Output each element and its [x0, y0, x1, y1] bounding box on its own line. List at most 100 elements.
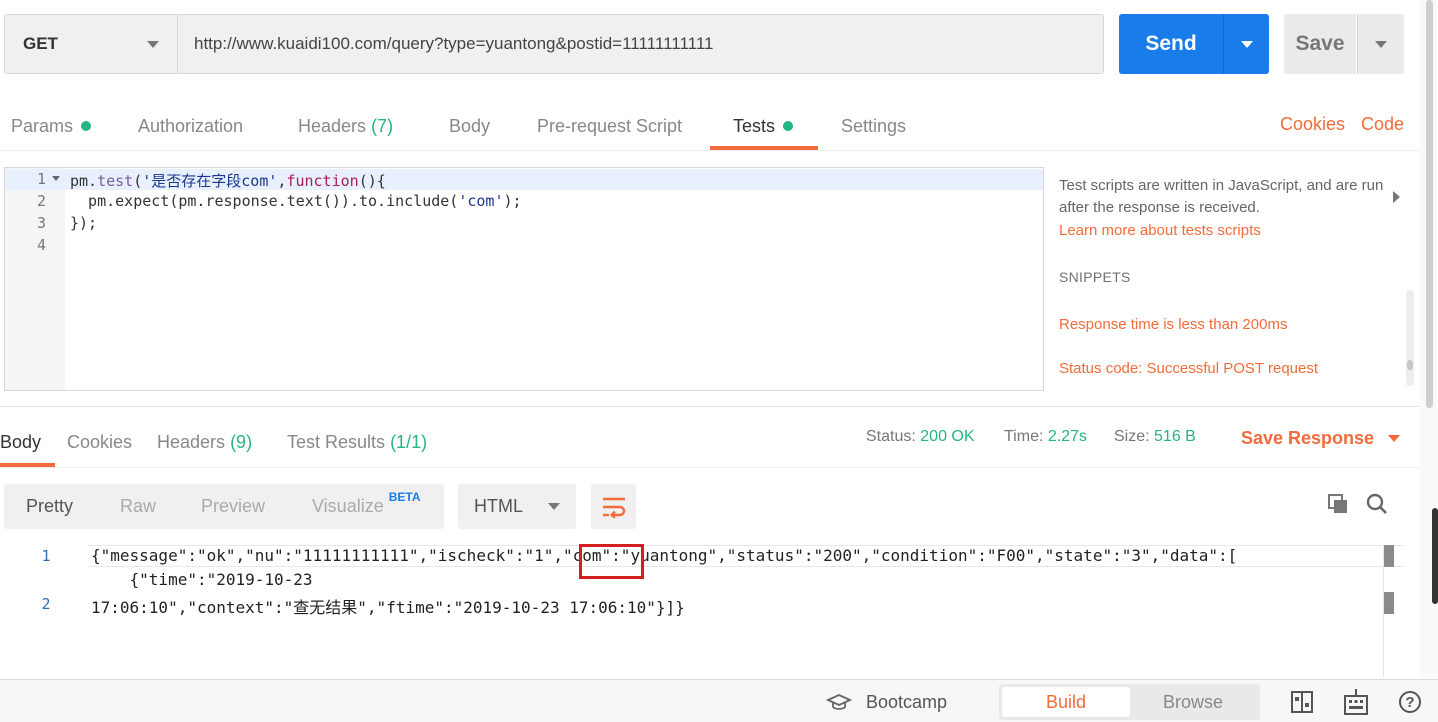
- save-response-button[interactable]: Save Response: [1241, 428, 1401, 449]
- chevron-down-icon: [1375, 40, 1387, 48]
- snippets-heading: SNIPPETS: [1059, 269, 1131, 285]
- save-button[interactable]: Save: [1284, 14, 1356, 74]
- line-number: 4: [36, 236, 46, 254]
- size-value: 516 B: [1154, 428, 1196, 445]
- method-value: GET: [23, 34, 58, 53]
- copy-icon[interactable]: [1327, 493, 1349, 520]
- status-label: Status:: [866, 428, 916, 445]
- response-size: Size: 516 B: [1114, 428, 1196, 446]
- method-select[interactable]: GET: [4, 14, 178, 74]
- chevron-down-icon: [147, 40, 159, 48]
- visualize-label: Visualize: [312, 496, 384, 516]
- scroll-marker: [1384, 592, 1394, 614]
- response-tab-test-results-count: (1/1): [390, 432, 428, 452]
- tab-divider: [0, 150, 1420, 151]
- help-description: Test scripts are written in JavaScript, …: [1059, 177, 1384, 216]
- tab-settings[interactable]: Settings: [841, 114, 906, 138]
- response-tab-test-results[interactable]: Test Results (1/1): [287, 432, 427, 453]
- learn-more-link[interactable]: Learn more about tests scripts: [1059, 222, 1261, 239]
- line-number: 1: [36, 170, 46, 188]
- view-raw-button[interactable]: Raw: [120, 496, 156, 517]
- response-tab-headers[interactable]: Headers (9): [157, 432, 252, 453]
- save-options-button[interactable]: [1357, 14, 1404, 74]
- code-token: (: [133, 172, 143, 190]
- response-time: Time: 2.27s: [1004, 428, 1087, 446]
- annotation-highlight-box: [579, 544, 644, 579]
- code-token: );: [503, 192, 522, 210]
- response-tab-cookies[interactable]: Cookies: [67, 432, 132, 453]
- response-status: Status: 200 OK: [866, 428, 975, 446]
- fold-arrow-icon[interactable]: [52, 176, 60, 181]
- tab-divider: [0, 467, 1420, 468]
- search-icon[interactable]: [1366, 493, 1388, 520]
- format-select[interactable]: HTML: [458, 484, 576, 529]
- code-token: 'com': [458, 192, 504, 210]
- snippets-scrollbar[interactable]: [1406, 290, 1414, 386]
- chevron-down-icon: [548, 503, 560, 510]
- beta-badge: BETA: [388, 490, 421, 504]
- build-mode-button[interactable]: Build: [1002, 687, 1130, 717]
- pane-divider[interactable]: [0, 406, 1420, 407]
- response-tab-headers-count: (9): [230, 432, 253, 452]
- view-preview-button[interactable]: Preview: [201, 496, 265, 517]
- tab-headers-label: Headers: [298, 115, 367, 136]
- tab-tests[interactable]: Tests: [733, 114, 794, 138]
- code-token: function: [286, 172, 359, 190]
- code-token: test: [97, 172, 134, 190]
- response-line: {"message":"ok","nu":"11111111111","isch…: [91, 546, 1238, 565]
- scroll-marker: [1384, 545, 1394, 567]
- url-input[interactable]: http://www.kuaidi100.com/query?type=yuan…: [178, 14, 1104, 74]
- bootcamp-button[interactable]: Bootcamp: [826, 692, 947, 713]
- graduation-cap-icon: [826, 693, 852, 710]
- time-label: Time:: [1004, 428, 1044, 445]
- wrap-lines-button[interactable]: [591, 484, 636, 529]
- resize-handle[interactable]: [1432, 508, 1438, 604]
- line-number: 2: [36, 192, 46, 210]
- active-indicator-dot: [81, 121, 92, 131]
- tab-prerequest-script[interactable]: Pre-request Script: [537, 114, 682, 138]
- snippet-item[interactable]: Status code: Successful POST request: [1059, 360, 1318, 377]
- browse-mode-button[interactable]: Browse: [1130, 687, 1256, 717]
- format-value: HTML: [474, 496, 523, 516]
- send-button[interactable]: Send: [1119, 14, 1223, 74]
- view-pretty-button[interactable]: Pretty: [26, 496, 73, 517]
- snippets-scroll-thumb[interactable]: [1407, 360, 1413, 370]
- help-icon[interactable]: ?: [1398, 690, 1422, 719]
- code-token: '是否存在字段com': [142, 172, 278, 190]
- response-line: {"time":"2019-10-23: [91, 570, 313, 589]
- line-number: 1: [41, 547, 51, 565]
- response-line: 17:06:10","context":"查无结果","ftime":"2019…: [91, 598, 685, 617]
- wrap-lines-icon: [602, 497, 625, 518]
- snippet-item[interactable]: Response time is less than 200ms: [1059, 316, 1287, 333]
- code-link[interactable]: Code: [1361, 114, 1404, 135]
- collapse-panel-icon[interactable]: [1393, 191, 1400, 203]
- code-token: (){: [358, 172, 386, 190]
- keyboard-shortcuts-icon[interactable]: [1343, 688, 1369, 721]
- line-number: 3: [36, 214, 46, 232]
- size-label: Size:: [1114, 428, 1150, 445]
- window-scroll-thumb[interactable]: [1426, 0, 1433, 408]
- time-value: 2.27s: [1047, 428, 1087, 445]
- chevron-down-icon: [1240, 40, 1253, 48]
- bootcamp-label: Bootcamp: [866, 692, 948, 712]
- response-tab-body[interactable]: Body: [0, 432, 41, 453]
- code-line: });: [70, 214, 98, 232]
- tab-tests-label: Tests: [733, 115, 776, 136]
- tab-body[interactable]: Body: [449, 114, 490, 138]
- tab-params[interactable]: Params: [11, 114, 92, 138]
- tab-authorization[interactable]: Authorization: [138, 114, 243, 138]
- active-indicator-dot: [783, 121, 794, 131]
- code-line: pm.expect(pm.response.text()).to.include…: [70, 192, 522, 210]
- code-token: pm.expect(pm.response.text()).to.include…: [70, 192, 459, 210]
- tab-headers-count: (7): [371, 115, 394, 136]
- line-number: 2: [41, 595, 51, 613]
- response-tab-test-results-label: Test Results: [287, 432, 386, 452]
- send-options-button[interactable]: [1223, 14, 1269, 74]
- cookies-link[interactable]: Cookies: [1280, 114, 1345, 135]
- tab-headers[interactable]: Headers (7): [298, 114, 393, 138]
- view-visualize-button[interactable]: Visualize BETA: [312, 490, 421, 517]
- two-pane-layout-icon[interactable]: [1290, 690, 1314, 719]
- url-value: http://www.kuaidi100.com/query?type=yuan…: [194, 34, 714, 53]
- chevron-down-icon: [1388, 435, 1401, 442]
- save-response-label: Save Response: [1241, 428, 1375, 448]
